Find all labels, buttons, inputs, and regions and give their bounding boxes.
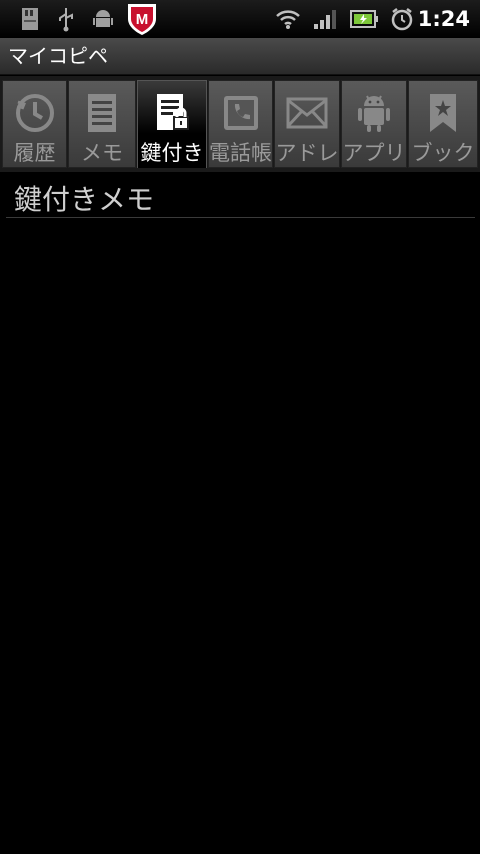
- memo-icon: [69, 91, 135, 135]
- clock-time: 1:24: [417, 7, 470, 31]
- signal-icon: [312, 0, 338, 38]
- tab-apps[interactable]: アプリ: [341, 80, 407, 168]
- history-icon: [3, 91, 66, 135]
- wifi-icon: [274, 0, 302, 38]
- tab-label: 電話帳: [209, 141, 272, 165]
- tab-locked[interactable]: 鍵付き: [137, 80, 207, 168]
- svg-text:M: M: [136, 11, 149, 28]
- app-title-bar: マイコピペ: [0, 38, 480, 75]
- tab-history[interactable]: 履歴: [2, 80, 67, 168]
- tab-memo[interactable]: メモ: [68, 80, 136, 168]
- divider: [6, 217, 475, 218]
- status-bar: M 1:24: [0, 0, 480, 38]
- bookmark-icon: [409, 91, 477, 135]
- tab-bar: 履歴 メモ 鍵付き 電話帳 アドレ アプリ ブック: [0, 76, 480, 172]
- mail-icon: [275, 91, 339, 135]
- mcafee-shield-icon: M: [125, 0, 159, 38]
- tab-phonebook[interactable]: 電話帳: [208, 80, 273, 168]
- android-icon: [342, 91, 406, 135]
- sd-card-icon: [16, 0, 44, 38]
- section-heading: 鍵付きメモ: [14, 183, 155, 216]
- tab-label: 鍵付き: [140, 141, 204, 165]
- tab-label: アプリ: [342, 141, 406, 165]
- android-debug-icon: [90, 0, 116, 38]
- tab-label: 履歴: [13, 141, 56, 165]
- usb-icon: [54, 0, 78, 38]
- locked-memo-icon: [138, 91, 206, 135]
- tab-label: アドレ: [275, 141, 339, 165]
- battery-icon: [349, 0, 379, 38]
- app-title: マイコピペ: [8, 44, 108, 68]
- tab-label: ブック: [411, 141, 475, 165]
- tab-label: メモ: [81, 141, 123, 165]
- alarm-icon: [389, 0, 415, 38]
- tab-address[interactable]: アドレ: [274, 80, 340, 168]
- phone-book-icon: [209, 91, 272, 135]
- tab-bookmark[interactable]: ブック: [408, 80, 478, 168]
